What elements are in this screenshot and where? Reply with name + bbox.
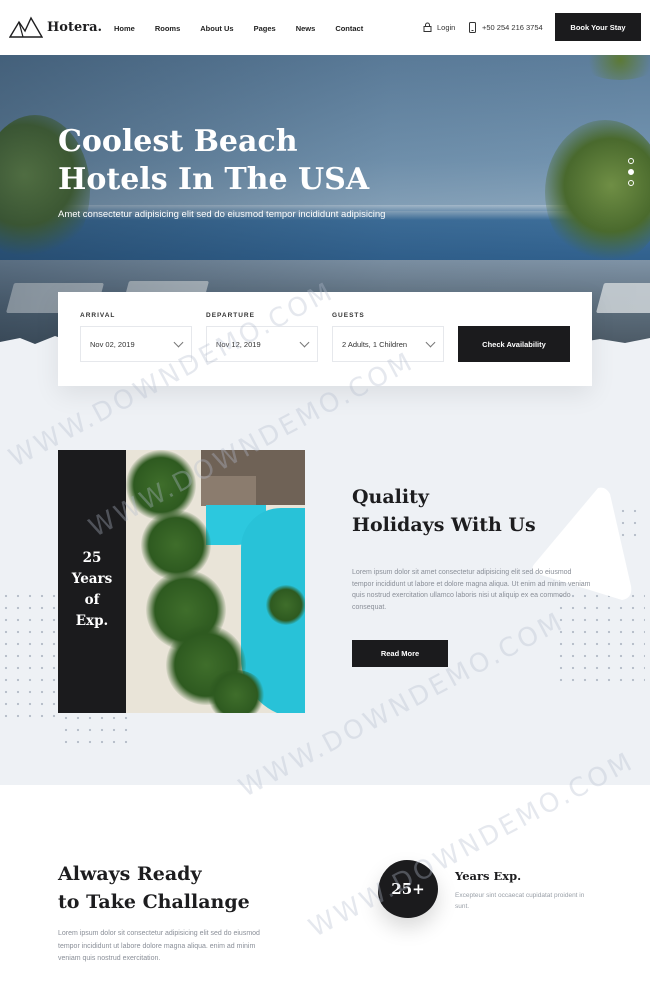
dot-pattern <box>60 712 135 752</box>
years-number: 25 <box>82 550 102 566</box>
slider-dot[interactable] <box>628 158 634 164</box>
ready-title: Always Ready to Take Challange <box>58 860 250 916</box>
phone-link[interactable]: +50 254 216 3754 <box>469 22 543 33</box>
login-link[interactable]: Login <box>423 22 455 32</box>
login-label: Login <box>437 22 456 32</box>
arrival-field: ARRIVAL Nov 02, 2019 <box>80 312 192 362</box>
chevron-down-icon <box>299 337 310 347</box>
book-your-stay-button[interactable]: Book Your Stay <box>555 13 641 41</box>
about-title-line2: Holidays With Us <box>352 514 536 536</box>
hero-title: Coolest Beach Hotels In The USA <box>58 124 370 197</box>
ready-title-line1: Always Ready <box>58 863 202 885</box>
mountain-logo-icon <box>9 16 43 38</box>
slider-dot-active[interactable] <box>628 169 634 175</box>
photo-palm <box>141 510 211 580</box>
ready-text: Lorem ipsum dolor sit consectetur adipis… <box>58 930 260 962</box>
guests-label: GUESTS <box>332 312 365 319</box>
lock-icon <box>423 22 432 32</box>
years-exp-text: Excepteur sint occaecat cupidatat proide… <box>455 892 585 910</box>
menu-item-rooms[interactable]: Rooms <box>155 24 180 33</box>
arrival-label: ARRIVAL <box>80 312 116 319</box>
hero-subtitle: Amet consectetur adipisicing elit sed do… <box>58 209 386 220</box>
about-text: Lorem ipsum dolor sit amet consectetur a… <box>352 569 591 611</box>
years-of: of <box>84 592 100 608</box>
about-title-line1: Quality <box>352 486 429 508</box>
guests-value: 2 Adults, 1 Children <box>342 339 408 349</box>
chevron-down-icon <box>425 337 436 347</box>
menu-item-about[interactable]: About Us <box>200 24 233 33</box>
main-menu: Home Rooms About Us Pages News Contact <box>114 24 383 33</box>
phone-icon <box>469 22 476 33</box>
chevron-down-icon <box>173 337 184 347</box>
menu-item-home[interactable]: Home <box>114 24 135 33</box>
read-more-button[interactable]: Read More <box>352 640 448 667</box>
top-navbar: Hotera. Home Rooms About Us Pages News C… <box>0 0 650 55</box>
about-title: Quality Holidays With Us <box>352 483 536 539</box>
menu-item-pages[interactable]: Pages <box>254 24 276 33</box>
check-availability-button[interactable]: Check Availability <box>458 326 570 362</box>
phone-number: +50 254 216 3754 <box>482 23 543 32</box>
arrival-value: Nov 02, 2019 <box>90 339 135 349</box>
years-word: Years <box>71 571 113 587</box>
menu-item-news[interactable]: News <box>296 24 316 33</box>
menu-item-contact[interactable]: Contact <box>335 24 363 33</box>
slider-dots <box>628 158 634 186</box>
years-exp-title: Years Exp. <box>455 869 522 883</box>
logo[interactable]: Hotera. <box>9 16 102 38</box>
photo-palm <box>206 670 266 713</box>
photo-palm <box>266 585 305 625</box>
years-exp: Exp. <box>75 613 109 629</box>
years-of-experience: 25 Years of Exp. <box>58 548 126 632</box>
dot-pattern <box>0 590 60 720</box>
ready-title-line2: to Take Challange <box>58 891 250 913</box>
slider-dot[interactable] <box>628 180 634 186</box>
logo-text: Hotera. <box>47 19 103 35</box>
